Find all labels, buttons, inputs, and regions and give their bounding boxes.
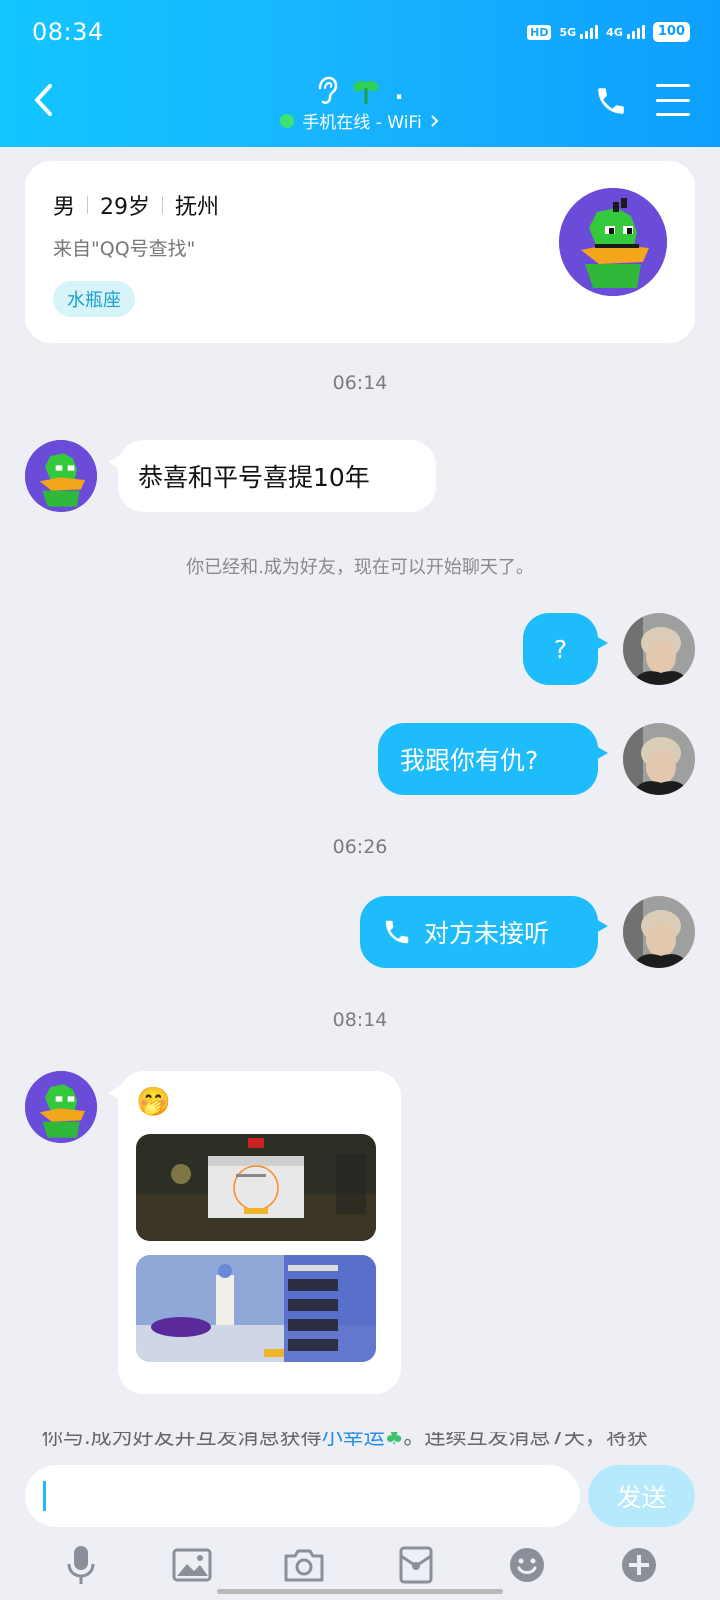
message-input[interactable] (25, 1465, 580, 1527)
plus-icon (622, 1548, 657, 1582)
more-button[interactable] (609, 1540, 669, 1590)
message-bubble-incoming[interactable]: 恭喜和平号喜提10年 (108, 440, 436, 512)
timestamp: 06:14 (332, 372, 388, 394)
screenshot-image[interactable] (136, 1134, 376, 1241)
status-time: 08:34 (32, 18, 104, 46)
friend-avatar-large[interactable] (559, 188, 667, 296)
profile-source: 来自"QQ号查找" (53, 238, 196, 260)
emoji-text: 🤭 (136, 1085, 171, 1118)
timestamp: 08:14 (332, 1009, 388, 1031)
call-button[interactable] (594, 84, 628, 118)
profile-info: 男 29岁 抚州 (53, 189, 219, 221)
message-bubble-outgoing[interactable]: 我跟你有仇? (378, 723, 608, 795)
image-button[interactable] (162, 1540, 222, 1590)
sprout-icon (353, 80, 380, 105)
signal-4g-icon: 4G (606, 25, 645, 39)
signal-5g-icon: 5G (559, 25, 599, 39)
menu-button[interactable] (656, 84, 690, 116)
ear-icon (319, 76, 338, 105)
system-text: 你与.成为好友并互发消息获得 (42, 1432, 322, 1448)
call-status-text: 对方未接听 (424, 919, 550, 948)
red-packet-icon (399, 1546, 433, 1584)
home-indicator[interactable] (217, 1589, 503, 1594)
profile-age: 29岁 (100, 195, 151, 220)
red-packet-button[interactable] (386, 1540, 446, 1590)
system-message-partial: 你与.成为好友并互发消息获得小幸运♣。连续互发消息7天，将获 (42, 1432, 682, 1448)
send-button[interactable]: 发送 (588, 1465, 695, 1527)
friend-avatar[interactable] (25, 1071, 97, 1143)
menu-icon (656, 84, 690, 87)
battery-icon: 100 (652, 22, 690, 42)
message-bubble-incoming[interactable]: 🤭 (108, 1071, 401, 1394)
my-avatar[interactable] (623, 896, 695, 968)
camera-button[interactable] (274, 1540, 334, 1590)
phone-icon (385, 920, 409, 944)
system-text: 。连续互发消息7天，将获 (403, 1432, 648, 1448)
emoji-button[interactable] (497, 1540, 557, 1590)
input-toolbar (0, 1540, 720, 1590)
system-message: 你已经和.成为好友，现在可以开始聊天了。 (186, 557, 534, 578)
text-caret (43, 1481, 46, 1511)
screenshot-image[interactable] (136, 1255, 376, 1362)
phone-icon (598, 88, 624, 114)
voice-button[interactable] (51, 1540, 111, 1590)
my-avatar[interactable] (623, 723, 695, 795)
top-bar: 08:34 HD 5G 4G 100 . 手机在线 - WiFi (0, 0, 720, 147)
emoji-icon (510, 1548, 545, 1582)
online-status-text: 手机在线 - WiFi (302, 113, 422, 133)
chevron-right-icon (430, 114, 439, 127)
camera-icon (284, 1549, 324, 1582)
timestamp: 06:26 (332, 836, 388, 858)
my-avatar[interactable] (623, 613, 695, 685)
profile-city: 抚州 (175, 195, 220, 220)
hd-badge: HD (527, 24, 552, 40)
status-indicators: HD 5G 4G 100 (527, 22, 690, 42)
lucky-link[interactable]: 小幸运 (322, 1432, 385, 1448)
online-dot-icon (280, 113, 295, 128)
message-text: 我跟你有仇? (400, 746, 539, 775)
image-icon (172, 1548, 212, 1582)
message-text: 恭喜和平号喜提10年 (138, 463, 370, 492)
friend-avatar[interactable] (25, 440, 97, 512)
clover-icon: ♣ (384, 1432, 404, 1448)
profile-card[interactable]: 男 29岁 抚州 来自"QQ号查找" 水瓶座 (25, 161, 695, 343)
zodiac-tag: 水瓶座 (53, 281, 135, 317)
profile-gender: 男 (53, 195, 76, 220)
message-text: ? (553, 634, 568, 664)
message-bubble-outgoing[interactable]: ? (523, 613, 608, 685)
mic-icon (67, 1546, 95, 1584)
chat-title-text: . (394, 77, 404, 105)
call-record-bubble[interactable]: 对方未接听 (360, 896, 608, 968)
